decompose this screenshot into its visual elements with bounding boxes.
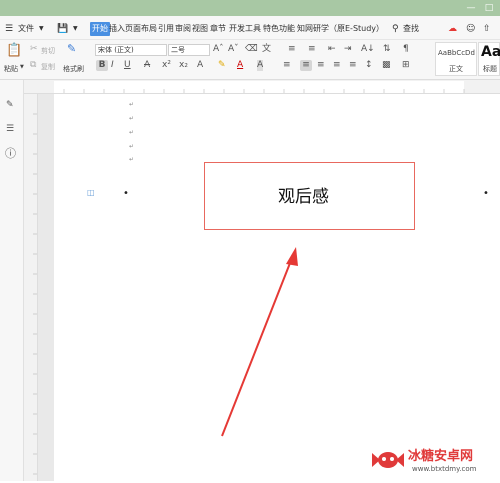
watermark-brand: 冰糖安卓网	[408, 449, 474, 464]
annotation-arrow	[221, 247, 298, 437]
site-watermark: 冰糖安卓网 www.btxtdmy.com	[370, 440, 500, 481]
watermark-url: www.btxtdmy.com	[412, 465, 477, 473]
candy-logo-icon	[372, 452, 404, 468]
